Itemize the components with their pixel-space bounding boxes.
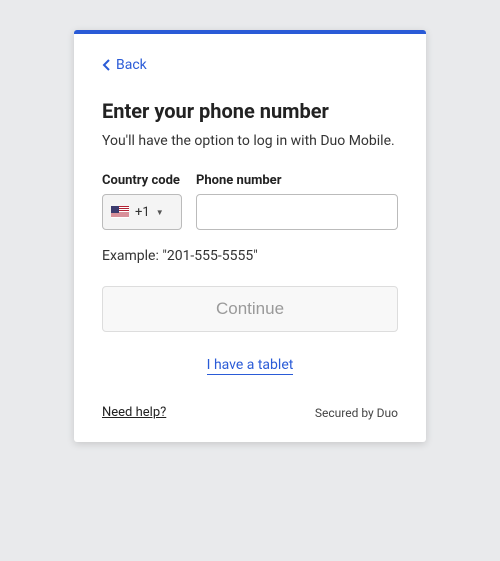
back-label: Back bbox=[116, 57, 147, 73]
help-link[interactable]: Need help? bbox=[102, 405, 166, 420]
country-code-label: Country code bbox=[102, 173, 182, 188]
phone-number-label: Phone number bbox=[196, 173, 398, 188]
chevron-left-icon bbox=[102, 59, 112, 71]
country-code-group: Country code +1 ▼ bbox=[102, 173, 182, 230]
example-text: Example: "201-555-5555" bbox=[102, 248, 398, 264]
phone-number-input[interactable] bbox=[196, 194, 398, 230]
country-code-value: +1 bbox=[135, 205, 150, 220]
back-button[interactable]: Back bbox=[102, 57, 147, 73]
phone-number-group: Phone number bbox=[196, 173, 398, 230]
footer: Need help? Secured by Duo bbox=[102, 405, 398, 420]
tablet-link-row: I have a tablet bbox=[102, 354, 398, 373]
continue-button[interactable]: Continue bbox=[102, 286, 398, 332]
chevron-down-icon: ▼ bbox=[156, 208, 164, 217]
enrollment-card: Back Enter your phone number You'll have… bbox=[74, 30, 426, 442]
country-code-select[interactable]: +1 ▼ bbox=[102, 194, 182, 230]
us-flag-icon bbox=[111, 206, 129, 218]
page-subtitle: You'll have the option to log in with Du… bbox=[102, 133, 398, 149]
phone-row: Country code +1 ▼ Phone number bbox=[102, 173, 398, 230]
tablet-link[interactable]: I have a tablet bbox=[207, 357, 294, 375]
secured-by: Secured by Duo bbox=[315, 406, 398, 420]
page-title: Enter your phone number bbox=[102, 99, 398, 123]
